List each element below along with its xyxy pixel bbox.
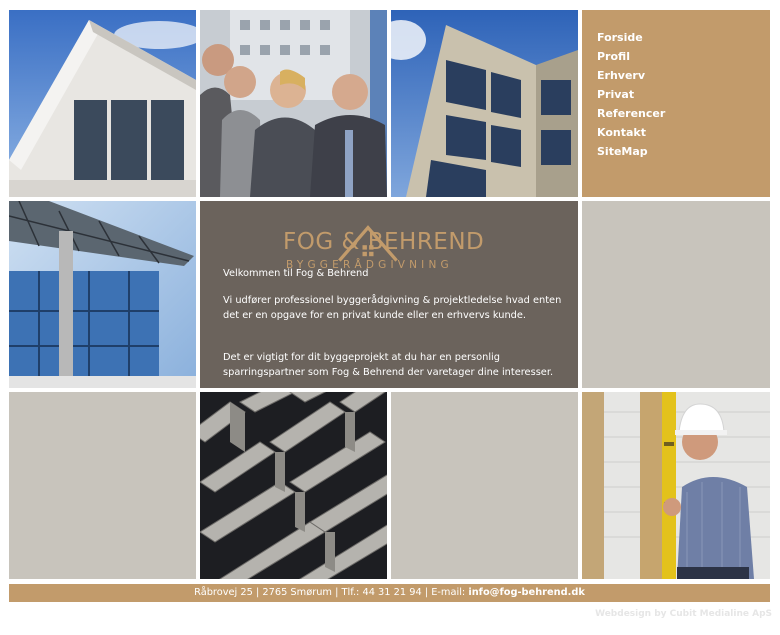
nav-item-kontakt[interactable]: Kontakt	[597, 123, 770, 142]
logo-name: FOG & BEHREND	[283, 229, 485, 255]
builder-photo	[582, 392, 770, 579]
concrete-facade-photo	[200, 392, 387, 579]
webdesign-credit[interactable]: Webdesign by Cubit Medialine ApS	[595, 609, 772, 619]
beige-tile	[391, 392, 578, 579]
house-photo	[9, 10, 196, 197]
office-building-photo	[391, 10, 578, 197]
intro-paragraph: Vi udfører professionel byggerådgivning …	[223, 295, 562, 321]
welcome-panel: FOG & BEHREND BYGGERÅDGIVNING Velkommen …	[200, 201, 578, 388]
footer-address: Råbrovej 25 | 2765 Smørum | Tlf.: 44 31 …	[194, 587, 469, 598]
nav-item-profil[interactable]: Profil	[597, 47, 770, 66]
nav-item-erhverv[interactable]: Erhverv	[597, 66, 770, 85]
beige-tile	[582, 201, 770, 388]
beige-tile	[9, 392, 196, 579]
footer-bar: Råbrovej 25 | 2765 Smørum | Tlf.: 44 31 …	[9, 584, 770, 602]
footer-email-link[interactable]: info@fog-behrend.dk	[468, 587, 585, 598]
welcome-heading: Velkommen til Fog & Behrend	[223, 268, 369, 279]
nav-item-referencer[interactable]: Referencer	[597, 104, 770, 123]
nav-item-forside[interactable]: Forside	[597, 28, 770, 47]
nav-item-privat[interactable]: Privat	[597, 85, 770, 104]
nav-item-sitemap[interactable]: SiteMap	[597, 142, 770, 161]
logo[interactable]: FOG & BEHREND BYGGERÅDGIVNING	[218, 217, 518, 271]
partner-paragraph: Det er vigtigt for dit byggeprojekt at d…	[223, 352, 554, 378]
steel-canopy-photo	[9, 201, 196, 388]
main-nav: Forside Profil Erhverv Privat Referencer…	[582, 10, 770, 197]
business-people-photo	[200, 10, 387, 197]
